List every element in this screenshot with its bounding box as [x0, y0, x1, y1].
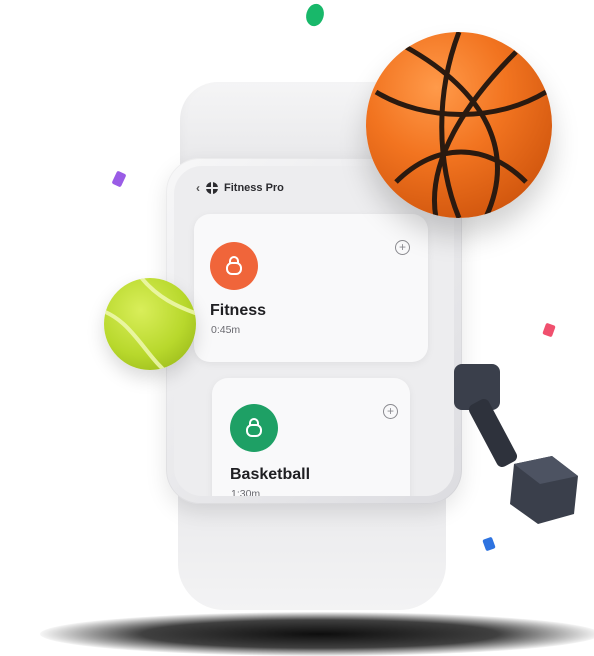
activity-card-basketball[interactable]: + Basketball 1:30m: [212, 378, 410, 496]
activity-duration: 1:30m: [231, 488, 261, 496]
dumbbell: [452, 358, 584, 538]
basketball-logo-icon: [206, 182, 218, 194]
plus-circle-icon[interactable]: +: [395, 240, 410, 255]
activity-title: Basketball: [230, 466, 311, 483]
tennis-ball-seam: [104, 278, 196, 370]
fitness-watch-scene: ‹ Fitness Pro + Fitness 0:45m + Basketba…: [0, 0, 594, 656]
confetti-purple: [111, 170, 127, 188]
tennis-ball: [104, 278, 196, 370]
dumbbell-shape: [454, 364, 578, 524]
chevron-left-icon[interactable]: ‹: [196, 182, 200, 194]
basketball: [366, 32, 552, 218]
activity-icon-badge: [210, 242, 258, 290]
app-title: Fitness Pro: [224, 182, 284, 194]
activity-duration: 0:45m: [211, 324, 241, 336]
confetti-blue: [482, 536, 496, 552]
plus-circle-icon[interactable]: +: [383, 404, 398, 419]
activity-title: Fitness: [210, 302, 267, 319]
basketball-lines: [374, 32, 548, 218]
confetti-green: [301, 0, 329, 30]
watch-screen: ‹ Fitness Pro + Fitness 0:45m + Basketba…: [174, 166, 454, 496]
activity-icon-badge: [230, 404, 278, 452]
kettlebell-icon: [226, 256, 242, 275]
confetti-pink: [542, 322, 556, 338]
app-header: ‹ Fitness Pro: [196, 182, 284, 194]
kettlebell-icon: [246, 418, 262, 437]
ground-shadow: [40, 612, 594, 656]
activity-card-fitness[interactable]: + Fitness 0:45m: [194, 214, 428, 362]
